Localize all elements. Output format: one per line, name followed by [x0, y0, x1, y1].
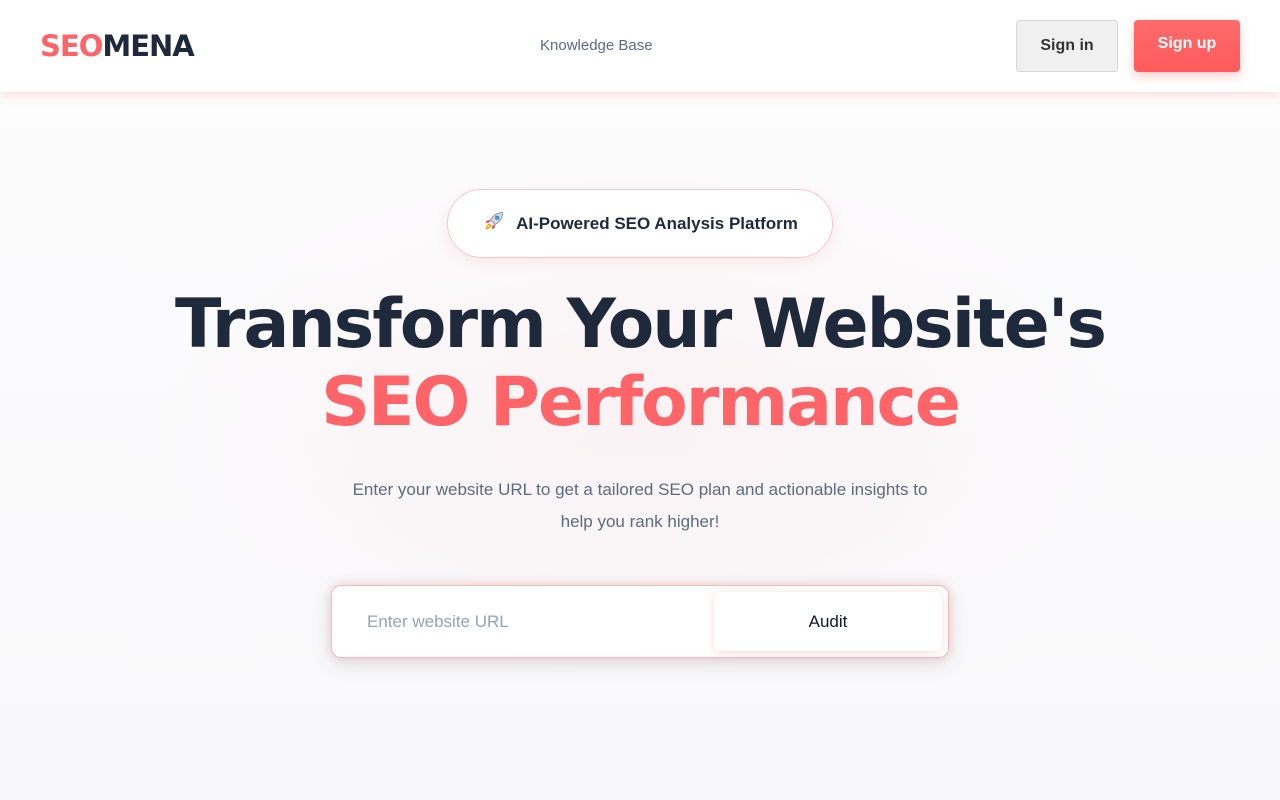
audit-button[interactable]: Audit [714, 592, 942, 651]
logo-mena: MENA [102, 29, 194, 63]
hero-subtitle: Enter your website URL to get a tailored… [352, 480, 928, 531]
website-url-input[interactable] [352, 604, 707, 640]
sign-up-button[interactable]: Sign up [1134, 20, 1240, 72]
hero-headline: Transform Your Website's SEO Performance [0, 286, 1280, 442]
headline-line-2: SEO Performance [321, 363, 961, 442]
logo-seo: SEO [40, 29, 103, 63]
sign-in-button[interactable]: Sign in [1016, 20, 1118, 72]
headline-line-1: Transform Your Website's [175, 285, 1107, 364]
hero-badge: AI-Powered SEO Analysis Platform [447, 189, 833, 258]
nav-knowledge-base-link[interactable]: Knowledge Base [540, 35, 653, 57]
badge-text: AI-Powered SEO Analysis Platform [516, 213, 798, 233]
audit-form: Audit [331, 585, 949, 658]
logo[interactable]: SEOMENA [40, 26, 195, 66]
rocket-icon [482, 209, 506, 238]
site-header: SEOMENA Knowledge Base Sign in Sign up [0, 0, 1280, 92]
